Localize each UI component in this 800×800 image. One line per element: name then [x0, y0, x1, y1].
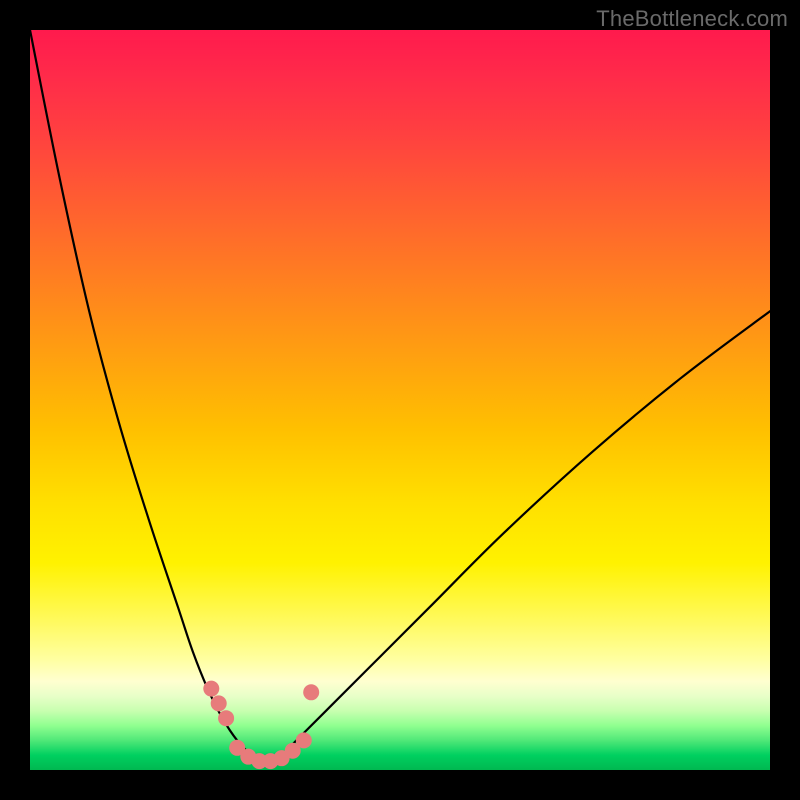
watermark-text: TheBottleneck.com — [596, 6, 788, 32]
curve-markers — [203, 681, 319, 770]
curve-marker — [296, 732, 312, 748]
curve-marker — [218, 710, 234, 726]
curve-marker — [203, 681, 219, 697]
chart-frame: TheBottleneck.com — [0, 0, 800, 800]
curve-marker — [211, 695, 227, 711]
curve-marker — [303, 684, 319, 700]
curve-layer — [30, 30, 770, 770]
bottleneck-curve — [30, 30, 770, 763]
plot-area — [30, 30, 770, 770]
